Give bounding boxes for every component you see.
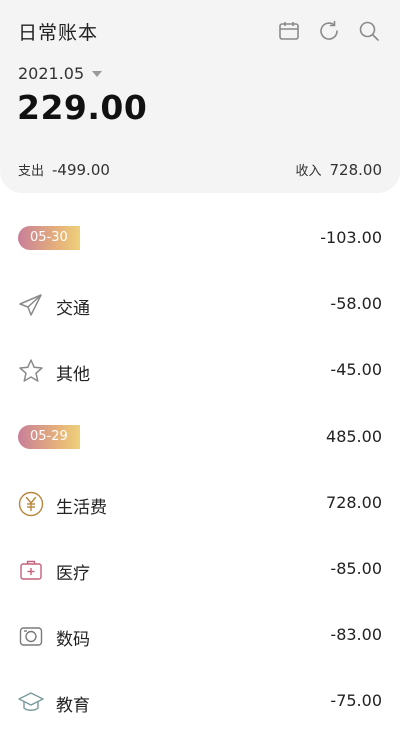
transaction-amount: -83.00: [330, 625, 382, 644]
transaction-row[interactable]: 生活费 728.00: [0, 470, 400, 536]
chevron-down-icon: [92, 70, 103, 77]
transaction-row[interactable]: 教育 -75.00: [0, 668, 400, 734]
summary-header: 日常账本 2021.05 229.00 支出 -499.00 收入 728.00: [0, 0, 400, 193]
expense-label: 支出: [18, 164, 45, 179]
category-label: 其他: [56, 365, 90, 385]
camera-icon: [18, 623, 44, 649]
transaction-amount: 728.00: [326, 493, 382, 512]
paper-plane-icon: [18, 292, 44, 318]
transaction-row[interactable]: 医疗 -85.00: [0, 536, 400, 602]
transaction-row[interactable]: 交通 -58.00: [0, 271, 400, 337]
expense-summary: 支出 -499.00: [18, 160, 110, 179]
transaction-row[interactable]: 其他 -45.00: [0, 337, 400, 403]
yen-coin-icon: [18, 491, 44, 517]
expense-value: -499.00: [52, 161, 110, 179]
day-total: -103.00: [320, 228, 382, 247]
star-icon: [18, 358, 44, 384]
transaction-amount: -85.00: [330, 559, 382, 578]
page-title: 日常账本: [18, 22, 99, 44]
income-label: 收入: [295, 164, 322, 179]
category-label: 教育: [56, 696, 90, 716]
transaction-row[interactable]: 数码 -83.00: [0, 602, 400, 668]
balance-amount: 229.00: [17, 88, 148, 127]
medical-kit-icon: [18, 557, 44, 583]
refresh-icon[interactable]: [317, 19, 341, 43]
category-label: 生活费: [56, 498, 107, 518]
date-badge: 05-29: [18, 425, 80, 449]
category-label: 医疗: [56, 564, 90, 584]
month-selector[interactable]: 2021.05: [18, 64, 103, 83]
date-badge: 05-30: [18, 226, 80, 250]
calendar-icon[interactable]: [277, 19, 301, 43]
day-total: 485.00: [326, 427, 382, 446]
day-header-row: 05-29 485.00: [0, 404, 400, 470]
transaction-amount: -75.00: [330, 691, 382, 710]
income-value: 728.00: [329, 161, 383, 179]
search-icon[interactable]: [357, 19, 381, 43]
category-label: 交通: [56, 299, 90, 319]
day-header-row: 05-30 -103.00: [0, 205, 400, 271]
transaction-amount: -58.00: [330, 294, 382, 313]
graduation-cap-icon: [18, 689, 44, 715]
month-label: 2021.05: [18, 64, 85, 83]
income-summary: 收入 728.00: [295, 160, 382, 179]
transaction-amount: -45.00: [330, 360, 382, 379]
category-label: 数码: [56, 630, 90, 650]
